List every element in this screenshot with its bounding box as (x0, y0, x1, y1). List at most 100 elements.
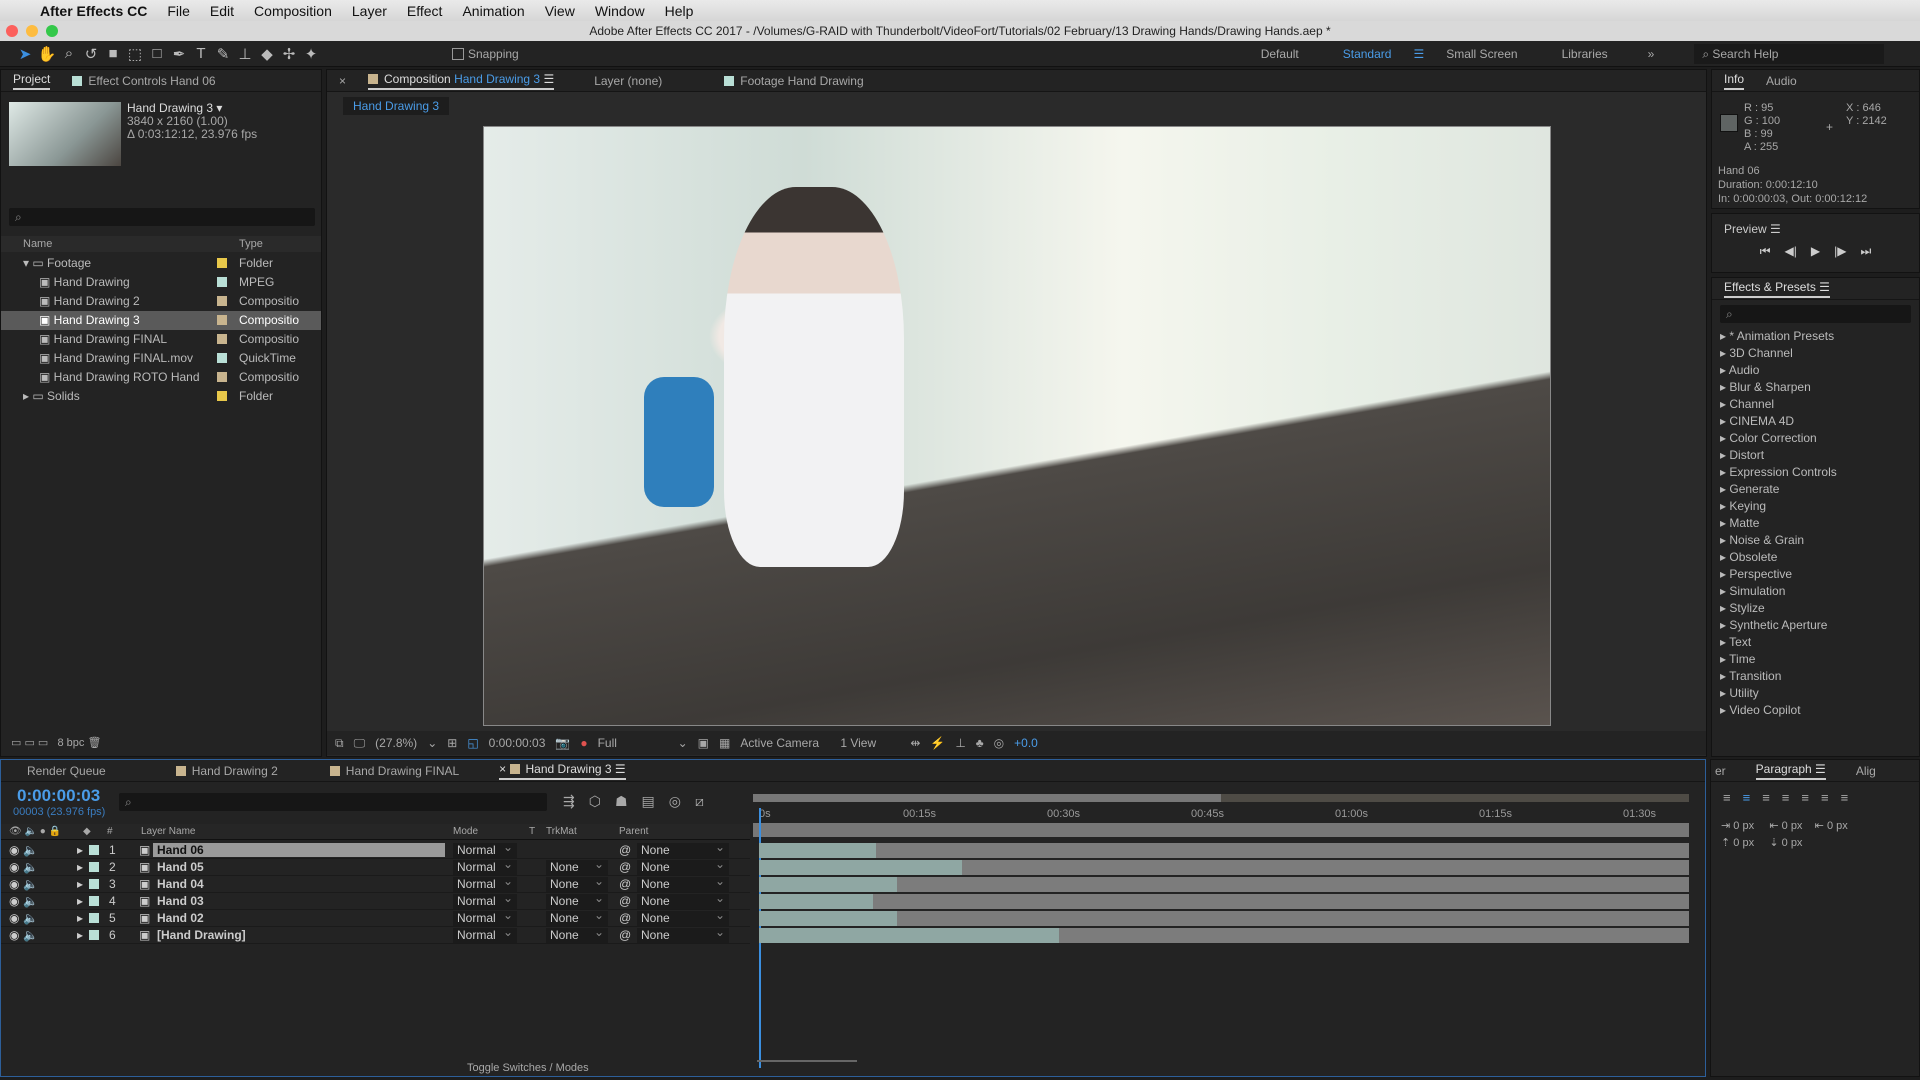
time-navigator[interactable] (753, 794, 1689, 802)
column-type[interactable]: Type (213, 236, 263, 252)
view-layout-dropdown[interactable]: 1 View (840, 736, 900, 750)
project-item[interactable]: ▣ Hand Drawing MPEG (1, 273, 321, 292)
tab-hand-drawing-2[interactable]: Hand Drawing 2 (175, 764, 278, 778)
toggle-pixel-aspect-icon[interactable]: ⇹ (910, 736, 920, 750)
minimize-window-button[interactable] (26, 25, 38, 37)
justify-left-icon[interactable]: ≡ (1782, 790, 1790, 805)
expand-triangle-icon[interactable]: ▸ (77, 877, 83, 891)
justify-right-icon[interactable]: ≡ (1821, 790, 1829, 805)
expand-triangle-icon[interactable]: ▸ (77, 928, 83, 942)
display-icon[interactable]: 🖵 (354, 736, 366, 751)
tab-effect-controls[interactable]: Effect Controls Hand 06 (72, 74, 216, 88)
mode-dropdown[interactable]: Normal (453, 874, 517, 892)
graph-editor-icon[interactable]: ⧄ (695, 793, 704, 810)
audio-icon[interactable]: 🔈 (23, 843, 38, 857)
transparency-grid-icon[interactable]: ▦ (719, 736, 730, 750)
label-color[interactable] (89, 845, 99, 855)
workspace-menu-icon[interactable]: ☰ (1413, 47, 1424, 61)
label-color[interactable] (89, 879, 99, 889)
tab-character[interactable]: er (1715, 764, 1726, 778)
project-item[interactable]: ▣ Hand Drawing 3 Compositio (1, 311, 321, 330)
label-color[interactable] (89, 930, 99, 940)
effect-category[interactable]: ▸ Simulation (1716, 583, 1919, 600)
space-before-field[interactable]: ⇡ 0 px (1721, 837, 1754, 849)
label-color[interactable] (89, 913, 99, 923)
workspace-standard[interactable]: Standard (1343, 47, 1392, 61)
workspace-small-screen[interactable]: Small Screen (1446, 47, 1517, 61)
always-preview-icon[interactable]: ⧉ (335, 736, 344, 751)
pickwhip-icon[interactable]: @ (619, 843, 631, 857)
effect-category[interactable]: ▸ Text (1716, 634, 1919, 651)
flowchart-icon[interactable]: ♣ (976, 736, 984, 750)
visibility-icon[interactable]: ◉ (9, 911, 19, 925)
puppet-tool-icon[interactable]: ✦ (300, 45, 322, 63)
effect-category[interactable]: ▸ Time (1716, 651, 1919, 668)
effect-category[interactable]: ▸ Keying (1716, 498, 1919, 515)
tab-info[interactable]: Info (1724, 72, 1745, 90)
work-area-bar[interactable] (753, 823, 1689, 837)
text-tool-icon[interactable]: T (190, 45, 212, 62)
workspace-default[interactable]: Default (1261, 47, 1299, 61)
effect-category[interactable]: ▸ CINEMA 4D (1716, 413, 1919, 430)
timeline-icon[interactable]: ⊥ (955, 736, 965, 750)
toggle-switches-modes-button[interactable]: Toggle Switches / Modes (467, 1062, 589, 1074)
last-frame-icon[interactable]: ⏭ (1860, 244, 1871, 259)
motion-blur-icon[interactable]: ◎ (669, 793, 681, 810)
parent-dropdown[interactable]: None (637, 908, 729, 926)
menu-animation[interactable]: Animation (462, 3, 524, 19)
mode-dropdown[interactable]: Normal (453, 857, 517, 875)
audio-icon[interactable]: 🔈 (23, 877, 38, 891)
tab-paragraph[interactable]: Paragraph ☰ (1755, 762, 1826, 780)
align-right-icon[interactable]: ≡ (1762, 790, 1770, 805)
audio-icon[interactable]: 🔈 (23, 860, 38, 874)
previous-frame-icon[interactable]: ◀| (1785, 244, 1797, 259)
comp-breadcrumb[interactable]: Hand Drawing 3 (343, 97, 450, 115)
pickwhip-icon[interactable]: @ (619, 911, 631, 925)
trkmat-dropdown[interactable]: None (546, 874, 608, 892)
project-search-input[interactable]: ⌕ (9, 208, 315, 226)
tab-project[interactable]: Project (13, 72, 51, 90)
project-item[interactable]: ▣ Hand Drawing FINAL.mov QuickTime (1, 349, 321, 368)
label-color[interactable] (89, 862, 99, 872)
layer-row[interactable]: ◉ 🔈 ▸ 6 ▣ [Hand Drawing] Normal None @ No… (1, 925, 750, 944)
reset-exposure-icon[interactable]: ◎ (994, 736, 1004, 750)
layer-duration-bar[interactable] (759, 928, 1689, 943)
draft-3d-icon[interactable]: ⬡ (589, 793, 601, 810)
mask-visibility-icon[interactable]: ◱ (467, 736, 478, 750)
effect-category[interactable]: ▸ Color Correction (1716, 430, 1919, 447)
mode-dropdown[interactable]: Normal (453, 925, 517, 943)
roi-icon[interactable]: ▣ (698, 736, 709, 750)
space-after-field[interactable]: ⇣ 0 px (1769, 837, 1802, 849)
layer-duration-bar[interactable] (759, 843, 1689, 858)
expand-triangle-icon[interactable]: ▸ (77, 894, 83, 908)
layer-row[interactable]: ◉ 🔈 ▸ 4 ▣ Hand 03 Normal None @ None (1, 891, 750, 910)
project-item[interactable]: ▸ ▭ Solids Folder (1, 387, 321, 406)
tab-render-queue[interactable]: Render Queue (27, 764, 106, 778)
bpc-indicator[interactable]: ▭ ▭ ▭ 8 bpc 🗑 (11, 736, 101, 749)
effect-category[interactable]: ▸ Video Copilot (1716, 702, 1919, 719)
play-icon[interactable]: ▶ (1811, 244, 1820, 259)
pan-behind-tool-icon[interactable]: ⬚ (124, 45, 146, 63)
effect-category[interactable]: ▸ Utility (1716, 685, 1919, 702)
expand-triangle-icon[interactable]: ▸ (77, 911, 83, 925)
mode-dropdown[interactable]: Normal (453, 908, 517, 926)
zoom-tool-icon[interactable]: ⌕ (58, 45, 80, 62)
eraser-tool-icon[interactable]: ◆ (256, 45, 278, 63)
layer-name[interactable]: Hand 06 (153, 843, 445, 857)
tab-footage[interactable]: Footage Hand Drawing (724, 74, 864, 88)
project-item[interactable]: ▣ Hand Drawing FINAL Compositio (1, 330, 321, 349)
effect-category[interactable]: ▸ Blur & Sharpen (1716, 379, 1919, 396)
align-center-icon[interactable]: ≡ (1743, 790, 1751, 805)
roto-brush-tool-icon[interactable]: ✢ (278, 45, 300, 63)
tab-composition[interactable]: Composition Hand Drawing 3 ☰ (368, 72, 555, 90)
visibility-icon[interactable]: ◉ (9, 877, 19, 891)
parent-dropdown[interactable]: None (637, 891, 729, 909)
effect-category[interactable]: ▸ Generate (1716, 481, 1919, 498)
frame-blending-icon[interactable]: ▤ (642, 793, 655, 810)
layer-row[interactable]: ◉ 🔈 ▸ 2 ▣ Hand 05 Normal None @ None (1, 857, 750, 876)
pen-tool-icon[interactable]: ✒ (168, 45, 190, 63)
pickwhip-icon[interactable]: @ (619, 894, 631, 908)
exposure-value[interactable]: +0.0 (1014, 736, 1038, 750)
menu-window[interactable]: Window (595, 3, 645, 19)
zoom-window-button[interactable] (46, 25, 58, 37)
